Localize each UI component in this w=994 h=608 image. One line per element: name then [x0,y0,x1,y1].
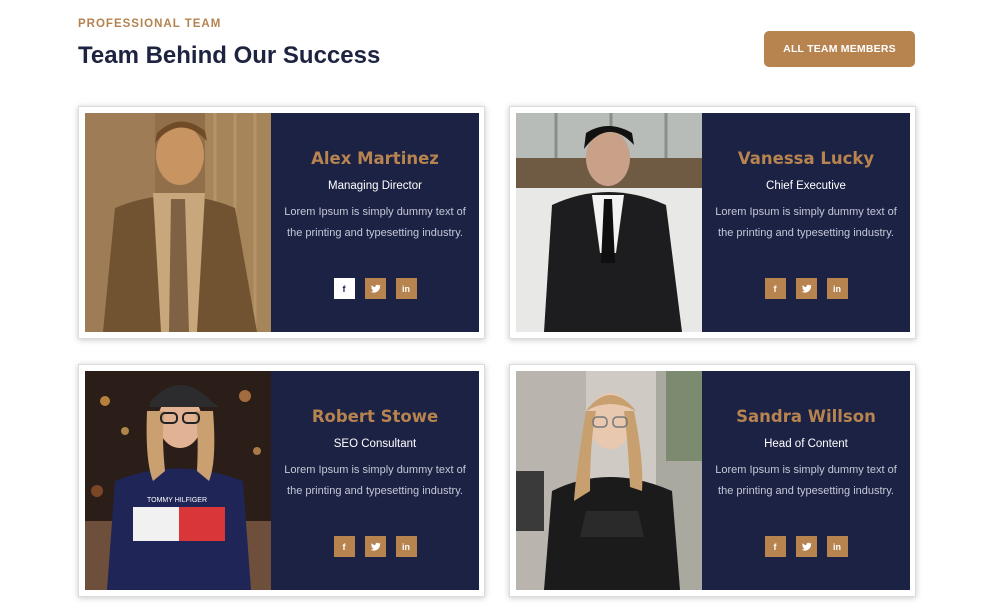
facebook-icon[interactable]: f [333,536,355,557]
linkedin-icon[interactable]: in [395,536,417,557]
page-title: Team Behind Our Success [78,42,381,69]
member-info-panel: Vanessa Lucky Chief Executive Lorem Ipsu… [702,113,910,332]
facebook-icon[interactable]: f [764,278,786,299]
member-role: Chief Executive [766,180,846,192]
linkedin-icon[interactable]: in [826,536,848,557]
team-card-robert: TOMMY HILFIGER Robert Stowe SEO Consulta… [78,364,485,597]
facebook-icon[interactable]: f [333,278,355,299]
twitter-icon[interactable] [364,278,386,299]
shirt-logo-text: TOMMY HILFIGER [147,497,207,504]
facebook-icon[interactable]: f [764,536,786,557]
member-description: Lorem Ipsum is simply dummy text of the … [284,464,466,497]
team-card-sandra: Sandra Willson Head of Content Lorem Ips… [509,364,916,597]
member-name: Sandra Willson [736,407,876,426]
twitter-icon[interactable] [795,278,817,299]
member-photo: TOMMY HILFIGER [85,371,271,590]
member-description: Lorem Ipsum is simply dummy text of the … [715,464,897,497]
member-role: Managing Director [328,180,422,192]
member-name: Alex Martinez [311,149,439,168]
linkedin-icon[interactable]: in [395,278,417,299]
eyebrow-label: PROFESSIONAL TEAM [78,18,222,30]
team-card-alex: Alex Martinez Managing Director Lorem Ip… [78,106,485,339]
social-links: f in [702,536,910,557]
member-name: Robert Stowe [311,407,439,426]
member-photo [85,113,271,332]
team-card-vanessa: Vanessa Lucky Chief Executive Lorem Ipsu… [509,106,916,339]
social-links: f in [702,278,910,299]
member-photo [516,371,702,590]
member-description: Lorem Ipsum is simply dummy text of the … [284,206,466,239]
member-info-panel: Sandra Willson Head of Content Lorem Ips… [702,371,910,590]
social-links: f in [271,278,479,299]
twitter-icon[interactable] [364,536,386,557]
member-role: Head of Content [764,438,848,450]
linkedin-icon[interactable]: in [826,278,848,299]
member-info-panel: Alex Martinez Managing Director Lorem Ip… [271,113,479,332]
all-team-members-button[interactable]: ALL TEAM MEMBERS [764,31,915,67]
twitter-icon[interactable] [795,536,817,557]
member-role: SEO Consultant [333,438,417,450]
member-info-panel: Robert Stowe SEO Consultant Lorem Ipsum … [271,371,479,590]
member-photo [516,113,702,332]
member-name: Vanessa Lucky [737,149,875,168]
social-links: f in [271,536,479,557]
member-description: Lorem Ipsum is simply dummy text of the … [715,206,897,239]
